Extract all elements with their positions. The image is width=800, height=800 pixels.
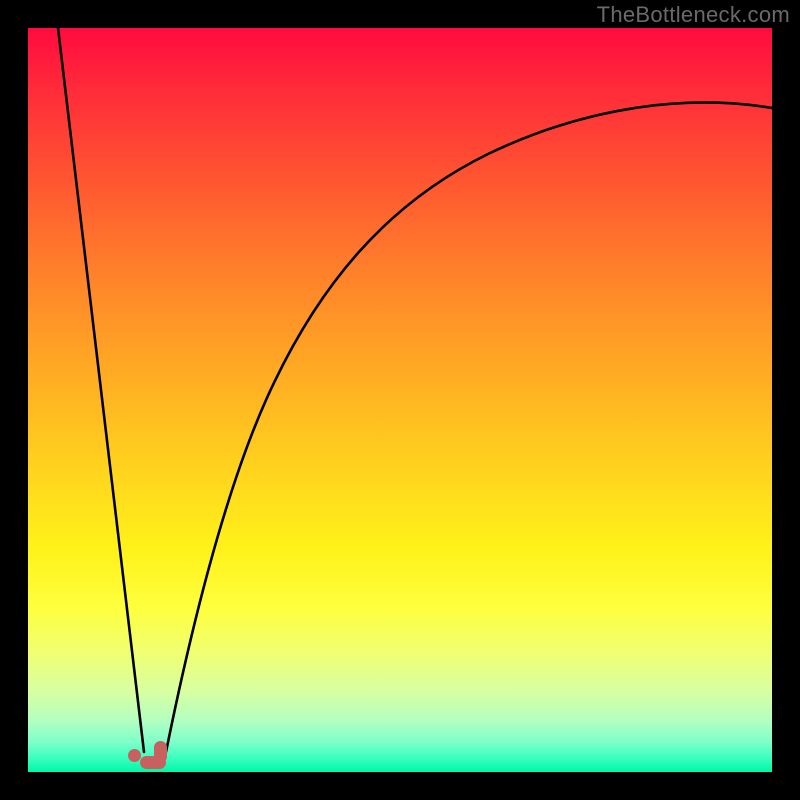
watermark-text: TheBottleneck.com <box>597 2 790 28</box>
curve-right-branch <box>166 103 772 752</box>
bottleneck-curve <box>28 28 772 772</box>
plot-area <box>28 28 772 772</box>
chart-frame: TheBottleneck.com <box>0 0 800 800</box>
optimum-marker <box>128 741 172 771</box>
curve-left-branch <box>58 28 144 752</box>
optimum-marker-dot <box>128 749 141 762</box>
optimum-marker-stem <box>154 741 167 763</box>
